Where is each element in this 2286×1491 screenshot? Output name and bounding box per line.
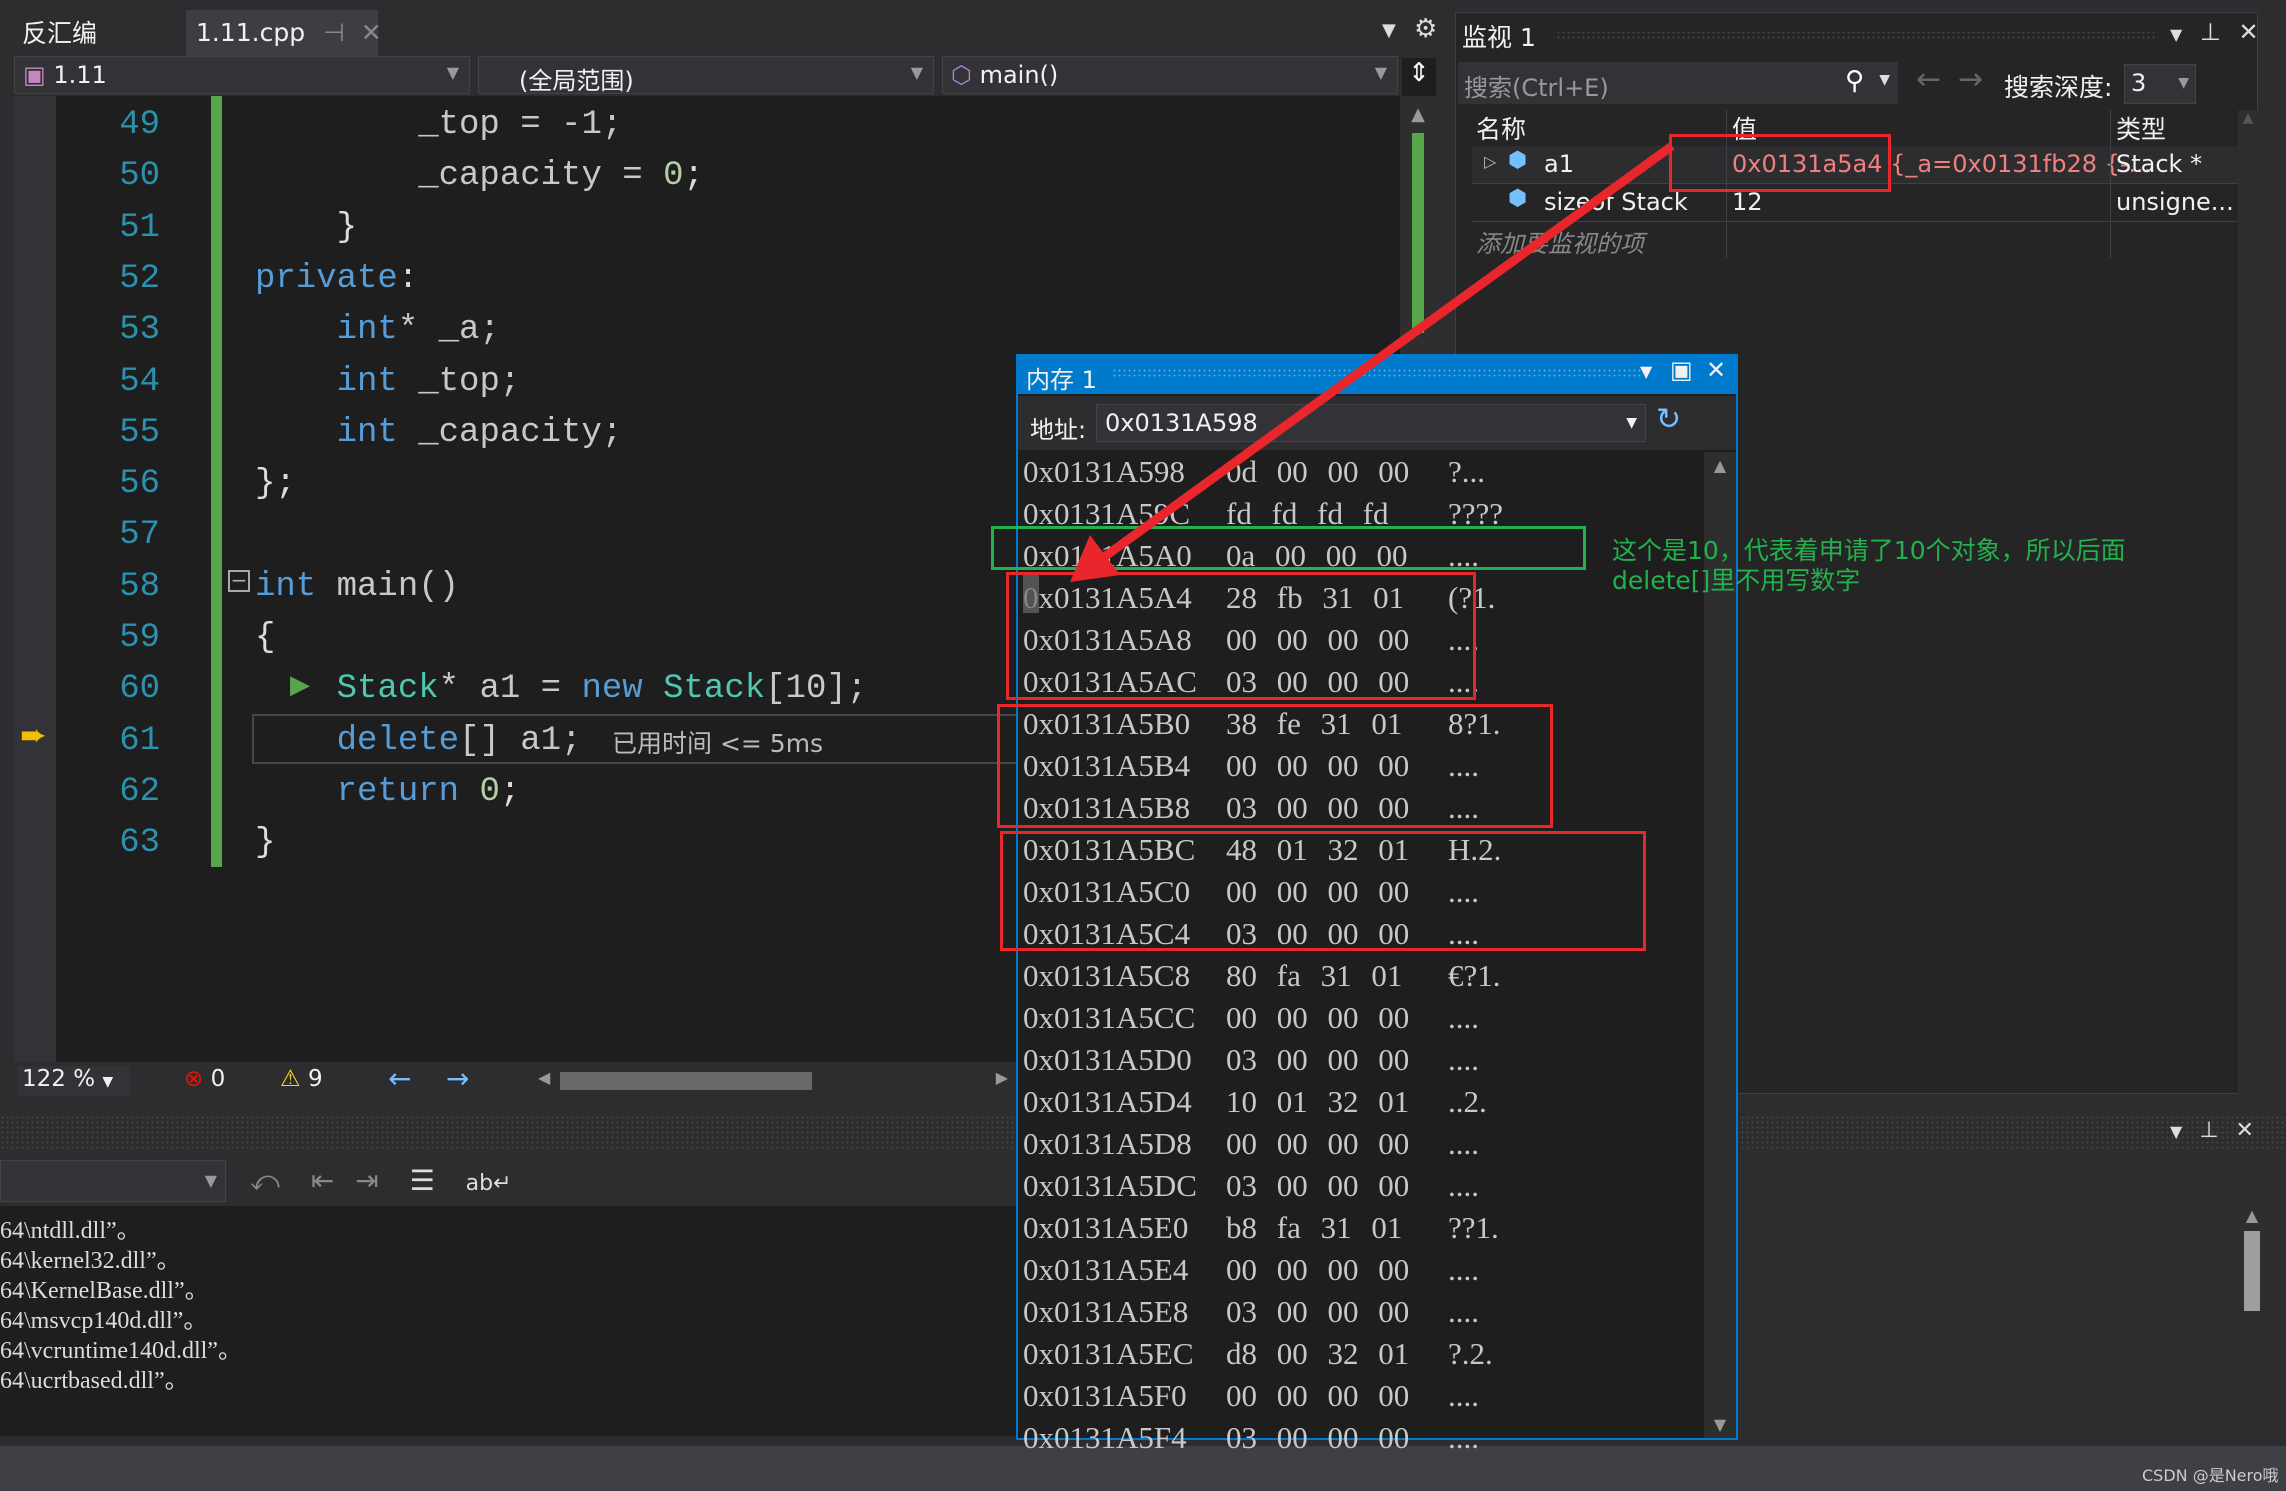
annotation-line: delete[]里不用写数字 [1612,566,1861,595]
annotation-line: 这个是10，代表着申请了10个对象，所以后面 [1612,536,2126,565]
annotation-text: 这个是10，代表着申请了10个对象，所以后面 delete[]里不用写数字 [1612,536,2126,596]
arrow-shaft [1097,142,1675,564]
arrow-head [1070,535,1120,582]
annotation-arrow [1070,142,1675,582]
